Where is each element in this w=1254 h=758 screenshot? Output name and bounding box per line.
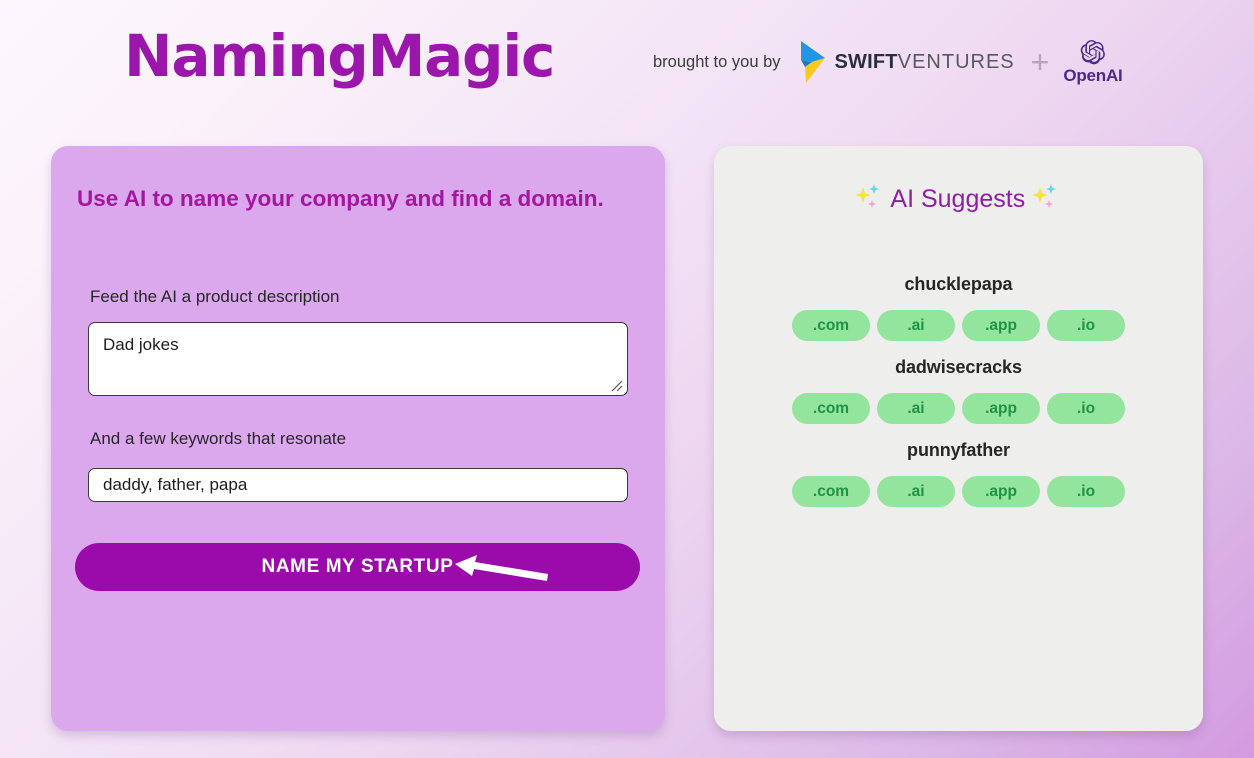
swift-light-text: VENTURES xyxy=(897,50,1015,73)
brought-to-you-by-row: brought to you by SWIFTVENTURES + OpenAI xyxy=(653,39,1123,86)
brought-to-you-by-label: brought to you by xyxy=(653,52,781,71)
ai-suggests-label: AI Suggests xyxy=(890,185,1026,213)
plus-icon: + xyxy=(1030,44,1050,80)
suggestion-block: punnyfather .com .ai .app .io xyxy=(714,440,1203,507)
ai-suggests-title: AI Suggests xyxy=(714,182,1203,214)
suggestion-name: dadwisecracks xyxy=(895,357,1022,377)
description-label: Feed the AI a product description xyxy=(90,287,340,306)
suggestion-block: chucklepapa .com .ai .app .io xyxy=(714,274,1203,341)
domain-pill[interactable]: .ai xyxy=(877,393,955,424)
swift-bold-text: SWIFT xyxy=(834,50,898,73)
domain-pill[interactable]: .ai xyxy=(877,476,955,507)
app-logo: NamingMagic xyxy=(124,22,555,90)
domain-pill[interactable]: .app xyxy=(962,393,1040,424)
swift-arrow-icon xyxy=(800,41,825,83)
domain-pill[interactable]: .com xyxy=(792,310,870,341)
suggestion-block: dadwisecracks .com .ai .app .io xyxy=(714,357,1203,424)
domain-pill[interactable]: .app xyxy=(962,310,1040,341)
product-description-input[interactable]: Dad jokes xyxy=(88,322,628,396)
suggestions-list: chucklepapa .com .ai .app .io dadwisecracks .c… xyxy=(714,274,1203,523)
domain-pill[interactable]: .io xyxy=(1047,310,1125,341)
form-heading: Use AI to name your company and find a d… xyxy=(77,186,604,211)
keywords-input[interactable] xyxy=(88,468,628,502)
openai-wordmark: OpenAI xyxy=(1063,65,1123,85)
domain-pill[interactable]: .io xyxy=(1047,393,1125,424)
domain-pill-row: .com .ai .app .io xyxy=(714,476,1203,507)
naming-form-card: Use AI to name your company and find a d… xyxy=(51,146,665,731)
keywords-label: And a few keywords that resonate xyxy=(90,429,347,448)
domain-pill[interactable]: .ai xyxy=(877,310,955,341)
suggestion-name: punnyfather xyxy=(907,440,1010,460)
swift-ventures-wordmark: SWIFTVENTURES xyxy=(835,51,1015,74)
domain-pill[interactable]: .io xyxy=(1047,476,1125,507)
name-my-startup-button[interactable]: NAME MY STARTUP xyxy=(75,543,640,591)
swift-ventures-logo: SWIFTVENTURES xyxy=(795,40,1015,84)
domain-pill-row: .com .ai .app .io xyxy=(714,310,1203,341)
domain-pill[interactable]: .app xyxy=(962,476,1040,507)
ai-suggestions-card: AI Suggests chucklepapa .com .ai .app .io dad… xyxy=(714,146,1203,731)
domain-pill[interactable]: .com xyxy=(792,393,870,424)
page-header: NamingMagic brought to you by SWIFTVENTU… xyxy=(0,0,1254,118)
sparkles-icon xyxy=(854,184,879,208)
openai-knot-icon xyxy=(1080,39,1105,64)
openai-logo: OpenAI xyxy=(1063,39,1123,86)
domain-pill-row: .com .ai .app .io xyxy=(714,393,1203,424)
suggestion-name: chucklepapa xyxy=(904,274,1013,294)
sparkles-icon-right xyxy=(1032,184,1057,208)
domain-pill[interactable]: .com xyxy=(792,476,870,507)
